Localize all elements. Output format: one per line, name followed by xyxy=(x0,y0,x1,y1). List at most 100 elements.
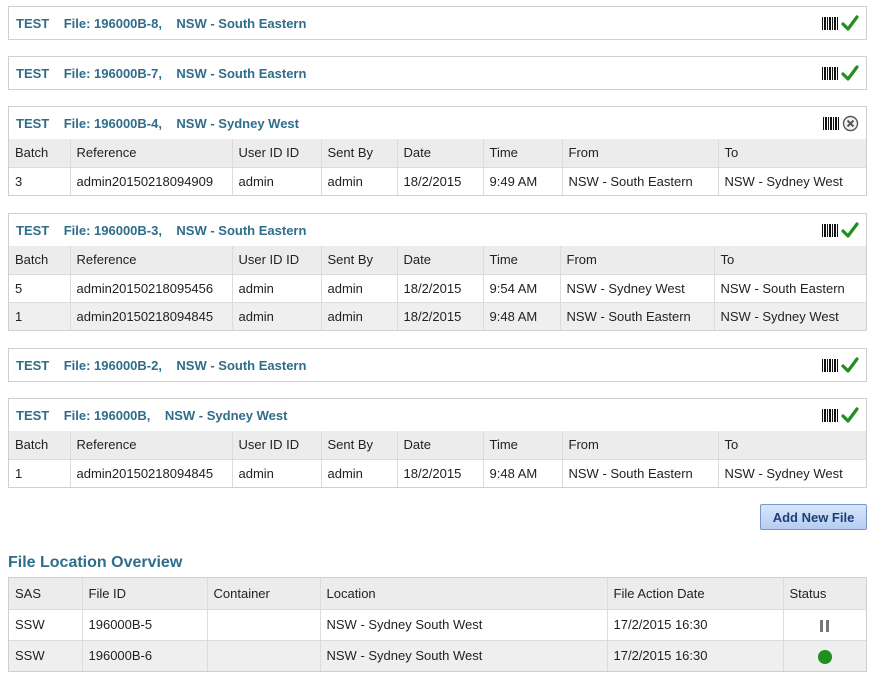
x-circle-icon[interactable] xyxy=(842,115,859,132)
cell-time: 9:48 AM xyxy=(483,459,563,487)
file-panel-header[interactable]: TEST File: 196000B-7, NSW - South Easter… xyxy=(9,57,866,89)
table-row[interactable]: 1 admin20150218094845 admin admin 18/2/2… xyxy=(9,302,866,330)
file-panel: TEST File: 196000B-3, NSW - South Easter… xyxy=(8,213,867,331)
col-time: Time xyxy=(483,139,563,167)
cell-time: 9:49 AM xyxy=(483,167,563,195)
cell-status xyxy=(783,609,866,640)
col-batch: Batch xyxy=(9,139,71,167)
cell-sent-by: admin xyxy=(321,167,398,195)
file-location-overview-table: SAS File ID Container Location File Acti… xyxy=(8,577,867,672)
green-dot-icon[interactable] xyxy=(817,649,832,664)
file-region-label: NSW - South Eastern xyxy=(176,15,307,31)
cell-time: 9:54 AM xyxy=(483,274,561,302)
cell-status xyxy=(783,640,866,671)
cell-container xyxy=(207,609,321,640)
col-user-id: User ID ID xyxy=(232,431,322,459)
cell-from: NSW - South Eastern xyxy=(562,459,719,487)
cell-file-action-date: 17/2/2015 16:30 xyxy=(607,609,784,640)
barcode-icon[interactable] xyxy=(822,66,839,80)
cell-user-id: admin xyxy=(232,274,322,302)
file-panel-header[interactable]: TEST File: 196000B-8, NSW - South Easter… xyxy=(9,7,866,39)
cell-container xyxy=(207,640,321,671)
col-sas: SAS xyxy=(9,578,83,609)
file-test-label: TEST xyxy=(16,407,50,423)
cell-sas: SSW xyxy=(9,640,83,671)
file-panel-header[interactable]: TEST File: 196000B-4, NSW - Sydney West xyxy=(9,107,866,139)
file-id-label: File: 196000B-7, xyxy=(63,65,162,81)
col-sent-by: Sent By xyxy=(321,139,398,167)
col-to: To xyxy=(724,437,739,453)
check-icon xyxy=(841,15,859,31)
file-panel: TEST File: 196000B-8, NSW - South Easter… xyxy=(8,6,867,40)
cell-user-id: admin xyxy=(232,302,322,330)
cell-file-id: 196000B-6 xyxy=(82,640,208,671)
file-test-label: TEST xyxy=(16,65,50,81)
file-panel: TEST File: 196000B, NSW - Sydney West Ba… xyxy=(8,398,867,488)
file-region-label: NSW - South Eastern xyxy=(176,65,307,81)
col-user-id: User ID ID xyxy=(232,246,322,274)
pause-icon[interactable] xyxy=(819,619,830,632)
check-icon xyxy=(841,65,859,81)
col-date: Date xyxy=(397,431,484,459)
barcode-icon[interactable] xyxy=(822,408,839,422)
batch-table: Batch Reference User ID ID Sent By Date … xyxy=(9,246,866,330)
cell-from: NSW - South Eastern xyxy=(562,167,719,195)
add-new-file-button[interactable]: Add New File xyxy=(760,504,867,530)
cell-file-id: 196000B-5 xyxy=(82,609,208,640)
col-from: From xyxy=(562,431,719,459)
col-to: To xyxy=(724,145,739,161)
file-id-label: File: 196000B-3, xyxy=(63,222,162,238)
col-reference: Reference xyxy=(70,139,233,167)
col-status: Status xyxy=(789,585,827,601)
cell-reference: admin20150218094909 xyxy=(70,167,233,195)
table-row[interactable]: 5 admin20150218095456 admin admin 18/2/2… xyxy=(9,274,866,302)
cell-sent-by: admin xyxy=(321,274,398,302)
cell-batch: 3 xyxy=(9,167,71,195)
file-region-label: NSW - Sydney West xyxy=(164,407,288,423)
file-id-label: File: 196000B-4, xyxy=(63,115,162,131)
cell-file-action-date: 17/2/2015 16:30 xyxy=(607,640,784,671)
col-from: From xyxy=(560,246,715,274)
file-id-label: File: 196000B-2, xyxy=(63,357,162,373)
col-location: Location xyxy=(320,578,608,609)
check-icon xyxy=(841,222,859,238)
cell-date: 18/2/2015 xyxy=(397,302,484,330)
col-reference: Reference xyxy=(70,431,233,459)
col-date: Date xyxy=(397,246,484,274)
barcode-icon[interactable] xyxy=(822,358,839,372)
cell-to: NSW - Sydney West xyxy=(724,465,843,481)
barcode-icon[interactable] xyxy=(823,116,840,130)
cell-location: NSW - Sydney South West xyxy=(320,609,608,640)
col-sent-by: Sent By xyxy=(321,246,398,274)
col-from: From xyxy=(562,139,719,167)
cell-reference: admin20150218094845 xyxy=(70,302,233,330)
col-file-action-date: File Action Date xyxy=(607,578,784,609)
col-user-id: User ID ID xyxy=(232,139,322,167)
check-icon xyxy=(841,357,859,373)
cell-sas: SSW xyxy=(9,609,83,640)
table-row[interactable]: 1 admin20150218094845 admin admin 18/2/2… xyxy=(9,459,866,487)
barcode-icon[interactable] xyxy=(822,223,839,237)
barcode-icon[interactable] xyxy=(822,16,839,30)
cell-batch: 1 xyxy=(9,302,71,330)
file-panel: TEST File: 196000B-4, NSW - Sydney West … xyxy=(8,106,867,196)
file-test-label: TEST xyxy=(16,222,50,238)
file-panel-header[interactable]: TEST File: 196000B-2, NSW - South Easter… xyxy=(9,349,866,381)
file-panel-header[interactable]: TEST File: 196000B-3, NSW - South Easter… xyxy=(9,214,866,246)
cell-from: NSW - Sydney West xyxy=(560,274,715,302)
col-batch: Batch xyxy=(9,431,71,459)
file-id-label: File: 196000B-8, xyxy=(63,15,162,31)
file-region-label: NSW - South Eastern xyxy=(176,222,307,238)
table-row[interactable]: SSW 196000B-6 NSW - Sydney South West 17… xyxy=(9,640,866,671)
col-batch: Batch xyxy=(9,246,71,274)
table-row[interactable]: SSW 196000B-5 NSW - Sydney South West 17… xyxy=(9,609,866,640)
col-container: Container xyxy=(207,578,321,609)
file-test-label: TEST xyxy=(16,15,50,31)
cell-user-id: admin xyxy=(232,167,322,195)
cell-date: 18/2/2015 xyxy=(397,167,484,195)
file-test-label: TEST xyxy=(16,115,50,131)
file-panel-header[interactable]: TEST File: 196000B, NSW - Sydney West xyxy=(9,399,866,431)
cell-location: NSW - Sydney South West xyxy=(320,640,608,671)
batch-table: Batch Reference User ID ID Sent By Date … xyxy=(9,139,866,195)
table-row[interactable]: 3 admin20150218094909 admin admin 18/2/2… xyxy=(9,167,866,195)
